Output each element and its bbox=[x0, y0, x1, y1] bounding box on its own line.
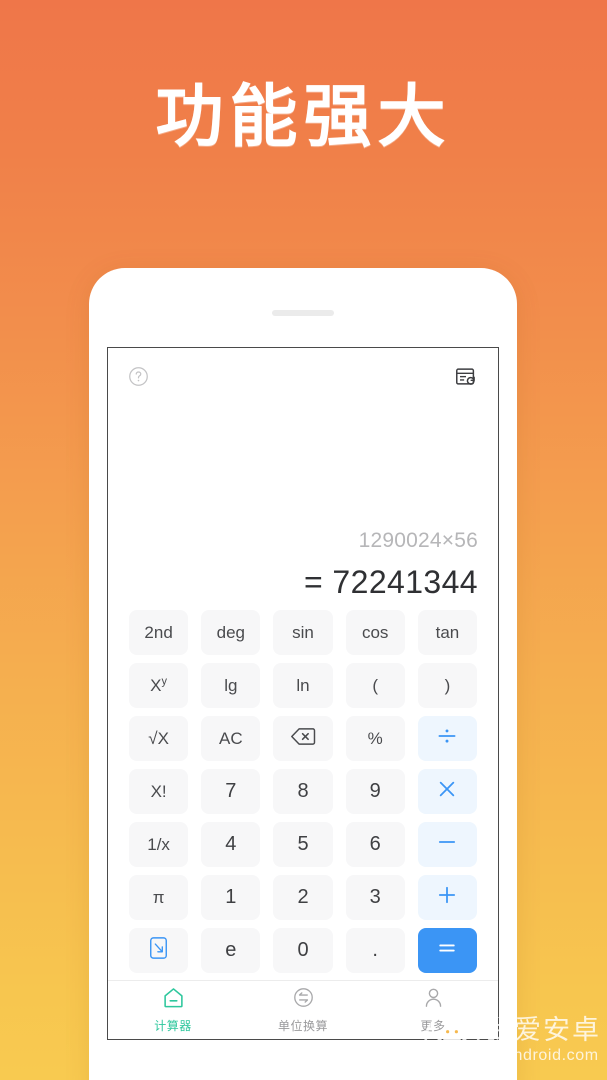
display-expression: 1290024×56 bbox=[358, 529, 478, 552]
backspace-icon bbox=[290, 727, 316, 751]
keypad-row: √X AC % bbox=[129, 716, 478, 761]
key-factorial[interactable]: X! bbox=[129, 769, 189, 814]
key-label: 7 bbox=[225, 780, 237, 802]
key-label: 9 bbox=[369, 780, 381, 802]
key-label: 5 bbox=[297, 833, 309, 855]
minus-icon bbox=[436, 831, 458, 858]
divide-icon bbox=[436, 725, 458, 752]
key-lg[interactable]: lg bbox=[201, 663, 261, 708]
phone-speaker-slot bbox=[272, 310, 334, 316]
key-label: Xy bbox=[150, 674, 168, 695]
person-icon bbox=[422, 986, 445, 1014]
keypad-row: 1/x 4 5 6 bbox=[129, 822, 478, 867]
key-pi[interactable]: π bbox=[129, 875, 189, 920]
key-reciprocal[interactable]: 1/x bbox=[129, 822, 189, 867]
nav-item-label: 更多 bbox=[420, 1019, 446, 1033]
key-sin[interactable]: sin bbox=[273, 610, 333, 655]
multiply-icon bbox=[436, 778, 458, 805]
keypad-row: 2nd deg sin cos tan bbox=[129, 610, 478, 655]
plus-icon bbox=[436, 884, 458, 911]
page-title: 功能强大 bbox=[155, 78, 452, 157]
key-decimal[interactable]: . bbox=[345, 928, 405, 973]
app-topbar bbox=[108, 348, 498, 404]
key-1[interactable]: 1 bbox=[201, 875, 261, 920]
key-4[interactable]: 4 bbox=[201, 822, 261, 867]
bottom-navigation: 计算器 单位换算 更多 bbox=[108, 980, 498, 1039]
nav-calculator[interactable]: 计算器 bbox=[108, 986, 238, 1034]
calculator-display[interactable]: 1290024×56 = 72241344 bbox=[108, 404, 498, 604]
key-3[interactable]: 3 bbox=[345, 875, 405, 920]
collapse-arrow-icon bbox=[149, 936, 168, 965]
key-label: 2 bbox=[297, 886, 309, 908]
key-7[interactable]: 7 bbox=[201, 769, 261, 814]
key-8[interactable]: 8 bbox=[273, 769, 333, 814]
key-label: 1/x bbox=[147, 834, 170, 854]
key-label: 4 bbox=[225, 833, 237, 855]
key-label: cos bbox=[361, 622, 389, 642]
key-deg[interactable]: deg bbox=[201, 610, 261, 655]
key-divide[interactable] bbox=[417, 716, 478, 761]
key-sqrt[interactable]: √X bbox=[129, 716, 189, 761]
key-label: 6 bbox=[369, 833, 381, 855]
key-power[interactable]: Xy bbox=[129, 663, 189, 708]
key-ac[interactable]: AC bbox=[201, 716, 261, 761]
nav-more[interactable]: 更多 bbox=[368, 986, 498, 1034]
key-label: ln bbox=[296, 675, 310, 695]
key-collapse[interactable] bbox=[129, 928, 189, 973]
nav-unit-convert[interactable]: 单位换算 bbox=[238, 986, 368, 1034]
key-label: 8 bbox=[297, 780, 309, 802]
key-9[interactable]: 9 bbox=[345, 769, 405, 814]
key-percent[interactable]: % bbox=[345, 716, 405, 761]
calculator-keypad: 2nd deg sin cos tan Xy lg ln () √X AC % X! 7 8 9 1/x 4… bbox=[108, 610, 498, 973]
key-label: X! bbox=[150, 781, 167, 801]
key-label: e bbox=[225, 939, 237, 961]
key-plus[interactable] bbox=[417, 875, 478, 920]
key-label: ( bbox=[372, 675, 379, 695]
key-0[interactable]: 0 bbox=[273, 928, 333, 973]
keypad-row: π 1 2 3 bbox=[129, 875, 478, 920]
phone-mockup: 1290024×56 = 72241344 2nd deg sin cos tan Xy l… bbox=[89, 268, 517, 1080]
key-label: deg bbox=[216, 622, 245, 642]
keypad-row: e 0. bbox=[129, 928, 478, 973]
key-2[interactable]: 2 bbox=[273, 875, 333, 920]
key-paren-open[interactable]: ( bbox=[345, 663, 405, 708]
key-minus[interactable] bbox=[417, 822, 478, 867]
key-multiply[interactable] bbox=[417, 769, 478, 814]
nav-item-label: 计算器 bbox=[154, 1019, 192, 1033]
key-label: % bbox=[367, 728, 383, 748]
key-label-superscript: y bbox=[161, 674, 168, 687]
key-label: π bbox=[152, 887, 165, 907]
key-label: sin bbox=[292, 622, 314, 642]
keypad-row: X! 7 8 9 bbox=[129, 769, 478, 814]
equals-icon bbox=[436, 937, 458, 964]
home-house-icon bbox=[162, 986, 185, 1014]
key-ln[interactable]: ln bbox=[273, 663, 333, 708]
question-circle-icon[interactable] bbox=[128, 366, 149, 387]
key-equals[interactable] bbox=[417, 928, 478, 973]
key-label: tan bbox=[435, 622, 460, 642]
key-label: . bbox=[372, 939, 378, 961]
key-tan[interactable]: tan bbox=[417, 610, 478, 655]
phone-screen: 1290024×56 = 72241344 2nd deg sin cos tan Xy l… bbox=[107, 347, 499, 1040]
key-e[interactable]: e bbox=[201, 928, 261, 973]
key-backspace[interactable] bbox=[273, 716, 333, 761]
key-label: 3 bbox=[369, 886, 381, 908]
keypad-row: Xy lg ln () bbox=[129, 663, 478, 708]
key-5[interactable]: 5 bbox=[273, 822, 333, 867]
history-record-icon[interactable] bbox=[454, 365, 478, 389]
key-label: lg bbox=[224, 675, 238, 695]
key-label: AC bbox=[218, 728, 243, 748]
key-paren-close[interactable]: ) bbox=[417, 663, 478, 708]
key-label: √X bbox=[148, 728, 169, 748]
key-label: 0 bbox=[297, 939, 309, 961]
display-result: = 72241344 bbox=[304, 564, 478, 600]
key-label: ) bbox=[444, 675, 451, 695]
key-6[interactable]: 6 bbox=[345, 822, 405, 867]
key-label: 2nd bbox=[144, 622, 173, 642]
key-cos[interactable]: cos bbox=[345, 610, 405, 655]
key-2nd[interactable]: 2nd bbox=[129, 610, 189, 655]
nav-item-label: 单位换算 bbox=[277, 1019, 328, 1033]
exchange-circle-icon bbox=[292, 986, 315, 1014]
key-label: 1 bbox=[225, 886, 237, 908]
